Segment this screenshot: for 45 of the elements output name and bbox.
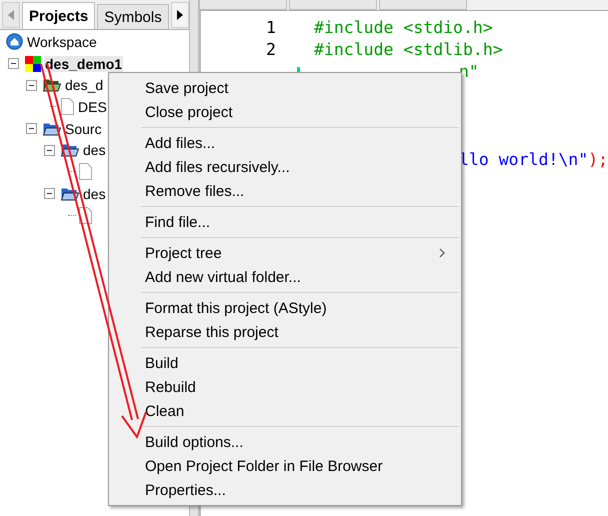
file-icon bbox=[61, 98, 74, 116]
tree-item[interactable]: des_d bbox=[64, 77, 104, 94]
code-text: ); bbox=[588, 150, 608, 168]
collapse-icon[interactable] bbox=[44, 144, 55, 156]
folder-icon bbox=[61, 143, 79, 158]
tree-item[interactable]: des bbox=[82, 186, 107, 202]
tree-item[interactable]: des_demo1 bbox=[44, 56, 124, 72]
collapse-icon[interactable] bbox=[26, 123, 37, 134]
tree-item[interactable]: DES bbox=[77, 98, 108, 115]
menu-item[interactable]: Clean bbox=[111, 399, 459, 423]
code-text: llo world!\n" bbox=[458, 150, 588, 168]
right-arrow-icon bbox=[177, 10, 184, 20]
folder-icon bbox=[61, 186, 79, 201]
menu-item[interactable]: Add files... bbox=[111, 131, 459, 155]
menu-item[interactable]: Build bbox=[111, 351, 459, 375]
menu-item[interactable]: Add files recursively... bbox=[111, 155, 459, 179]
tree-item[interactable]: des bbox=[82, 142, 107, 158]
menu-item[interactable]: Open Project Folder in File Browser bbox=[111, 454, 459, 478]
line-number: 1 bbox=[266, 18, 276, 36]
panel-tab[interactable]: Projects bbox=[22, 2, 96, 29]
menu-item[interactable]: Reparse this project bbox=[111, 320, 459, 344]
menu-item[interactable]: Format this project (AStyle) bbox=[111, 296, 459, 320]
menu-item[interactable]: Rebuild bbox=[111, 375, 459, 399]
collapse-icon[interactable] bbox=[44, 188, 55, 200]
tree-item[interactable]: Workspace bbox=[26, 34, 98, 50]
code-text: #include <stdlib.h> bbox=[314, 40, 503, 58]
menu-item[interactable]: Close project bbox=[111, 100, 459, 124]
menu-item[interactable]: Remove files... bbox=[111, 179, 459, 203]
tree-item[interactable]: Sourc bbox=[64, 120, 103, 137]
folder-icon bbox=[43, 122, 61, 136]
menu-item[interactable]: Project tree bbox=[111, 241, 459, 265]
project-icon bbox=[25, 56, 41, 72]
menu-item[interactable]: Properties... bbox=[111, 478, 459, 502]
menu-item[interactable]: Save project bbox=[111, 76, 459, 100]
menu-item[interactable]: Build options... bbox=[111, 430, 459, 454]
collapse-icon[interactable] bbox=[8, 58, 19, 70]
collapse-icon[interactable] bbox=[26, 80, 37, 91]
panel-tab[interactable]: Symbols bbox=[97, 4, 169, 29]
menu-item[interactable]: Find file... bbox=[111, 210, 459, 234]
code-text: #include <stdio.h> bbox=[314, 18, 493, 36]
folder-icon bbox=[43, 78, 61, 92]
left-arrow-icon bbox=[8, 10, 14, 20]
scroll-right-button[interactable] bbox=[171, 2, 190, 28]
line-number: 2 bbox=[266, 40, 276, 58]
menu-item[interactable]: Add new virtual folder... bbox=[111, 265, 459, 289]
